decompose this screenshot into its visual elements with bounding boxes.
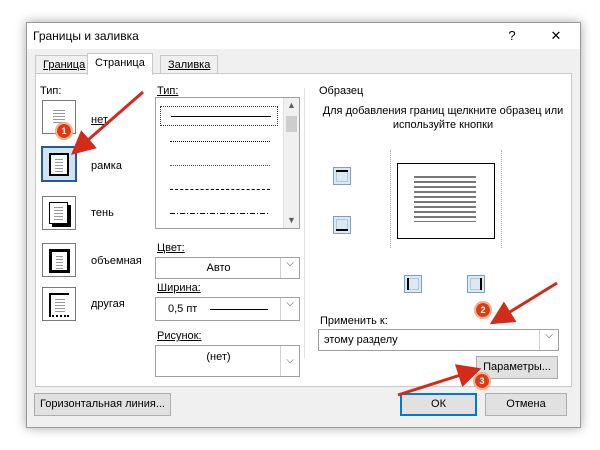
annotation-badge-3: 3 — [475, 374, 489, 388]
tab-page[interactable]: Страница — [87, 53, 153, 75]
arrow-1 — [70, 90, 144, 155]
arrow-2 — [489, 281, 558, 325]
arrow-3 — [397, 364, 482, 397]
annotation-badge-2: 2 — [476, 303, 490, 317]
annotation-badge-1: 1 — [57, 124, 71, 138]
